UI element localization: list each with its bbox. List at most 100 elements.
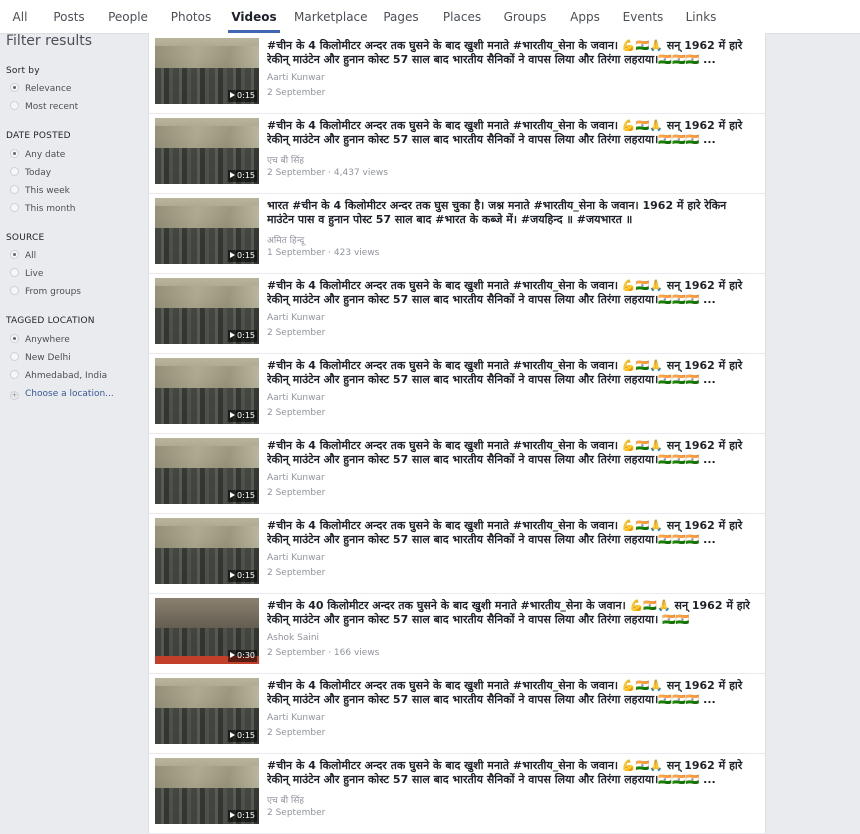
duration-text: 0:30 <box>237 651 255 660</box>
tab-marketplace[interactable]: Marketplace <box>294 0 368 33</box>
video-thumbnail[interactable]: 0:15 <box>155 38 259 104</box>
location-ahmedabad-option[interactable]: Ahmedabad, India <box>10 369 107 383</box>
tagged-location-label: TAGGED LOCATION <box>6 316 95 326</box>
video-author[interactable]: Aarti Kunwar <box>267 393 325 403</box>
video-title[interactable]: #चीन के 40 किलोमीटर अन्दर तक घुसने के बा… <box>267 599 757 627</box>
option-label: Today <box>25 168 52 178</box>
radio-icon <box>10 352 19 361</box>
play-icon <box>230 812 236 818</box>
video-author[interactable]: Aarti Kunwar <box>267 473 325 483</box>
play-icon <box>230 252 236 258</box>
tab-events[interactable]: Events <box>622 0 664 33</box>
tab-groups[interactable]: Groups <box>503 0 547 33</box>
sort-relevance-option[interactable]: Relevance <box>10 82 71 96</box>
option-label: Any date <box>25 150 66 160</box>
video-title[interactable]: #चीन के 4 किलोमीटर अन्दर तक घुसने के बाद… <box>267 119 757 147</box>
tab-photos[interactable]: Photos <box>170 0 212 33</box>
duration-badge: 0:15 <box>228 170 257 182</box>
location-anywhere-option[interactable]: Anywhere <box>10 333 70 347</box>
video-thumbnail[interactable]: 0:15 <box>155 198 259 264</box>
radio-selected-icon <box>10 250 19 259</box>
radio-selected-icon <box>10 83 19 92</box>
tab-apps[interactable]: Apps <box>567 0 603 33</box>
date-today-option[interactable]: Today <box>10 166 51 180</box>
video-result: 0:15 #चीन के 4 किलोमीटर अन्दर तक घुसने क… <box>149 753 765 834</box>
play-icon <box>230 572 236 578</box>
radio-icon <box>10 101 19 110</box>
video-title[interactable]: #चीन के 4 किलोमीटर अन्दर तक घुसने के बाद… <box>267 359 757 387</box>
video-meta: 2 September · 166 views <box>267 648 380 658</box>
duration-badge: 0:30 <box>228 650 257 662</box>
option-label: Ahmedabad, India <box>25 371 108 381</box>
video-result: 0:15 #चीन के 4 किलोमीटर अन्दर तक घुसने क… <box>149 513 765 594</box>
video-meta: 2 September · 4,437 views <box>267 168 388 178</box>
thumbnail-image <box>155 366 259 388</box>
option-label: This week <box>25 186 70 196</box>
radio-icon <box>10 203 19 212</box>
tab-links[interactable]: Links <box>684 0 718 33</box>
thumbnail-image <box>155 206 259 228</box>
tab-pages[interactable]: Pages <box>380 0 422 33</box>
video-thumbnail[interactable]: 0:15 <box>155 518 259 584</box>
video-thumbnail[interactable]: 0:15 <box>155 358 259 424</box>
video-title[interactable]: #चीन के 4 किलोमीटर अन्दर तक घुसने के बाद… <box>267 519 757 547</box>
video-title[interactable]: #चीन के 4 किलोमीटर अन्दर तक घुसने के बाद… <box>267 679 757 707</box>
source-all-option[interactable]: All <box>10 249 36 263</box>
play-icon <box>230 92 236 98</box>
option-label: From groups <box>25 287 81 297</box>
thumbnail-image <box>155 46 259 68</box>
tab-videos[interactable]: Videos <box>228 0 280 33</box>
thumbnail-image <box>155 766 259 788</box>
video-title[interactable]: #चीन के 4 किलोमीटर अन्दर तक घुसने के बाद… <box>267 439 757 467</box>
video-author[interactable]: एच बी सिंह <box>267 793 304 806</box>
tab-places[interactable]: Places <box>440 0 484 33</box>
video-thumbnail[interactable]: 0:15 <box>155 758 259 824</box>
video-author[interactable]: अमित हिन्दू <box>267 233 304 246</box>
option-label: All <box>25 251 37 261</box>
radio-icon <box>10 167 19 176</box>
radio-icon <box>10 286 19 295</box>
location-new-delhi-option[interactable]: New Delhi <box>10 351 71 365</box>
choose-location-link[interactable]: + Choose a location... <box>10 387 114 401</box>
choose-location-label: Choose a location... <box>25 389 114 399</box>
play-icon <box>230 652 236 658</box>
date-this-week-option[interactable]: This week <box>10 184 70 198</box>
video-thumbnail[interactable]: 0:15 <box>155 438 259 504</box>
duration-badge: 0:15 <box>228 250 257 262</box>
video-author[interactable]: Aarti Kunwar <box>267 313 325 323</box>
sort-most-recent-option[interactable]: Most recent <box>10 100 78 114</box>
video-thumbnail[interactable]: 0:15 <box>155 678 259 744</box>
source-groups-option[interactable]: From groups <box>10 285 81 299</box>
video-thumbnail[interactable]: 0:30 <box>155 598 259 664</box>
thumbnail-image <box>155 286 259 308</box>
date-any-option[interactable]: Any date <box>10 148 65 162</box>
video-author[interactable]: Aarti Kunwar <box>267 713 325 723</box>
video-author[interactable]: Ashok Saini <box>267 633 319 643</box>
video-meta: 2 September <box>267 88 326 98</box>
source-live-option[interactable]: Live <box>10 267 43 281</box>
tab-people[interactable]: People <box>106 0 150 33</box>
video-thumbnail[interactable]: 0:15 <box>155 118 259 184</box>
duration-badge: 0:15 <box>228 730 257 742</box>
date-posted-label: DATE POSTED <box>6 131 71 141</box>
video-title[interactable]: #चीन के 4 किलोमीटर अन्दर तक घुसने के बाद… <box>267 759 757 787</box>
duration-badge: 0:15 <box>228 90 257 102</box>
video-title[interactable]: #चीन के 4 किलोमीटर अन्दर तक घुसने के बाद… <box>267 279 757 307</box>
video-author[interactable]: Aarti Kunwar <box>267 73 325 83</box>
duration-badge: 0:15 <box>228 330 257 342</box>
option-label: New Delhi <box>25 353 71 363</box>
play-icon <box>230 172 236 178</box>
video-author[interactable]: Aarti Kunwar <box>267 553 325 563</box>
duration-text: 0:15 <box>237 251 255 260</box>
duration-text: 0:15 <box>237 811 255 820</box>
tab-all[interactable]: All <box>8 0 32 33</box>
video-title[interactable]: भारत #चीन के 4 किलोमीटर अन्दर तक घुस चुक… <box>267 199 757 227</box>
tab-posts[interactable]: Posts <box>50 0 88 33</box>
option-label: Relevance <box>25 84 72 94</box>
video-result: 0:15 #चीन के 4 किलोमीटर अन्दर तक घुसने क… <box>149 673 765 754</box>
radio-selected-icon <box>10 334 19 343</box>
video-title[interactable]: #चीन के 4 किलोमीटर अन्दर तक घुसने के बाद… <box>267 39 757 67</box>
video-author[interactable]: एच बी सिंह <box>267 153 304 166</box>
date-this-month-option[interactable]: This month <box>10 202 75 216</box>
video-thumbnail[interactable]: 0:15 <box>155 278 259 344</box>
